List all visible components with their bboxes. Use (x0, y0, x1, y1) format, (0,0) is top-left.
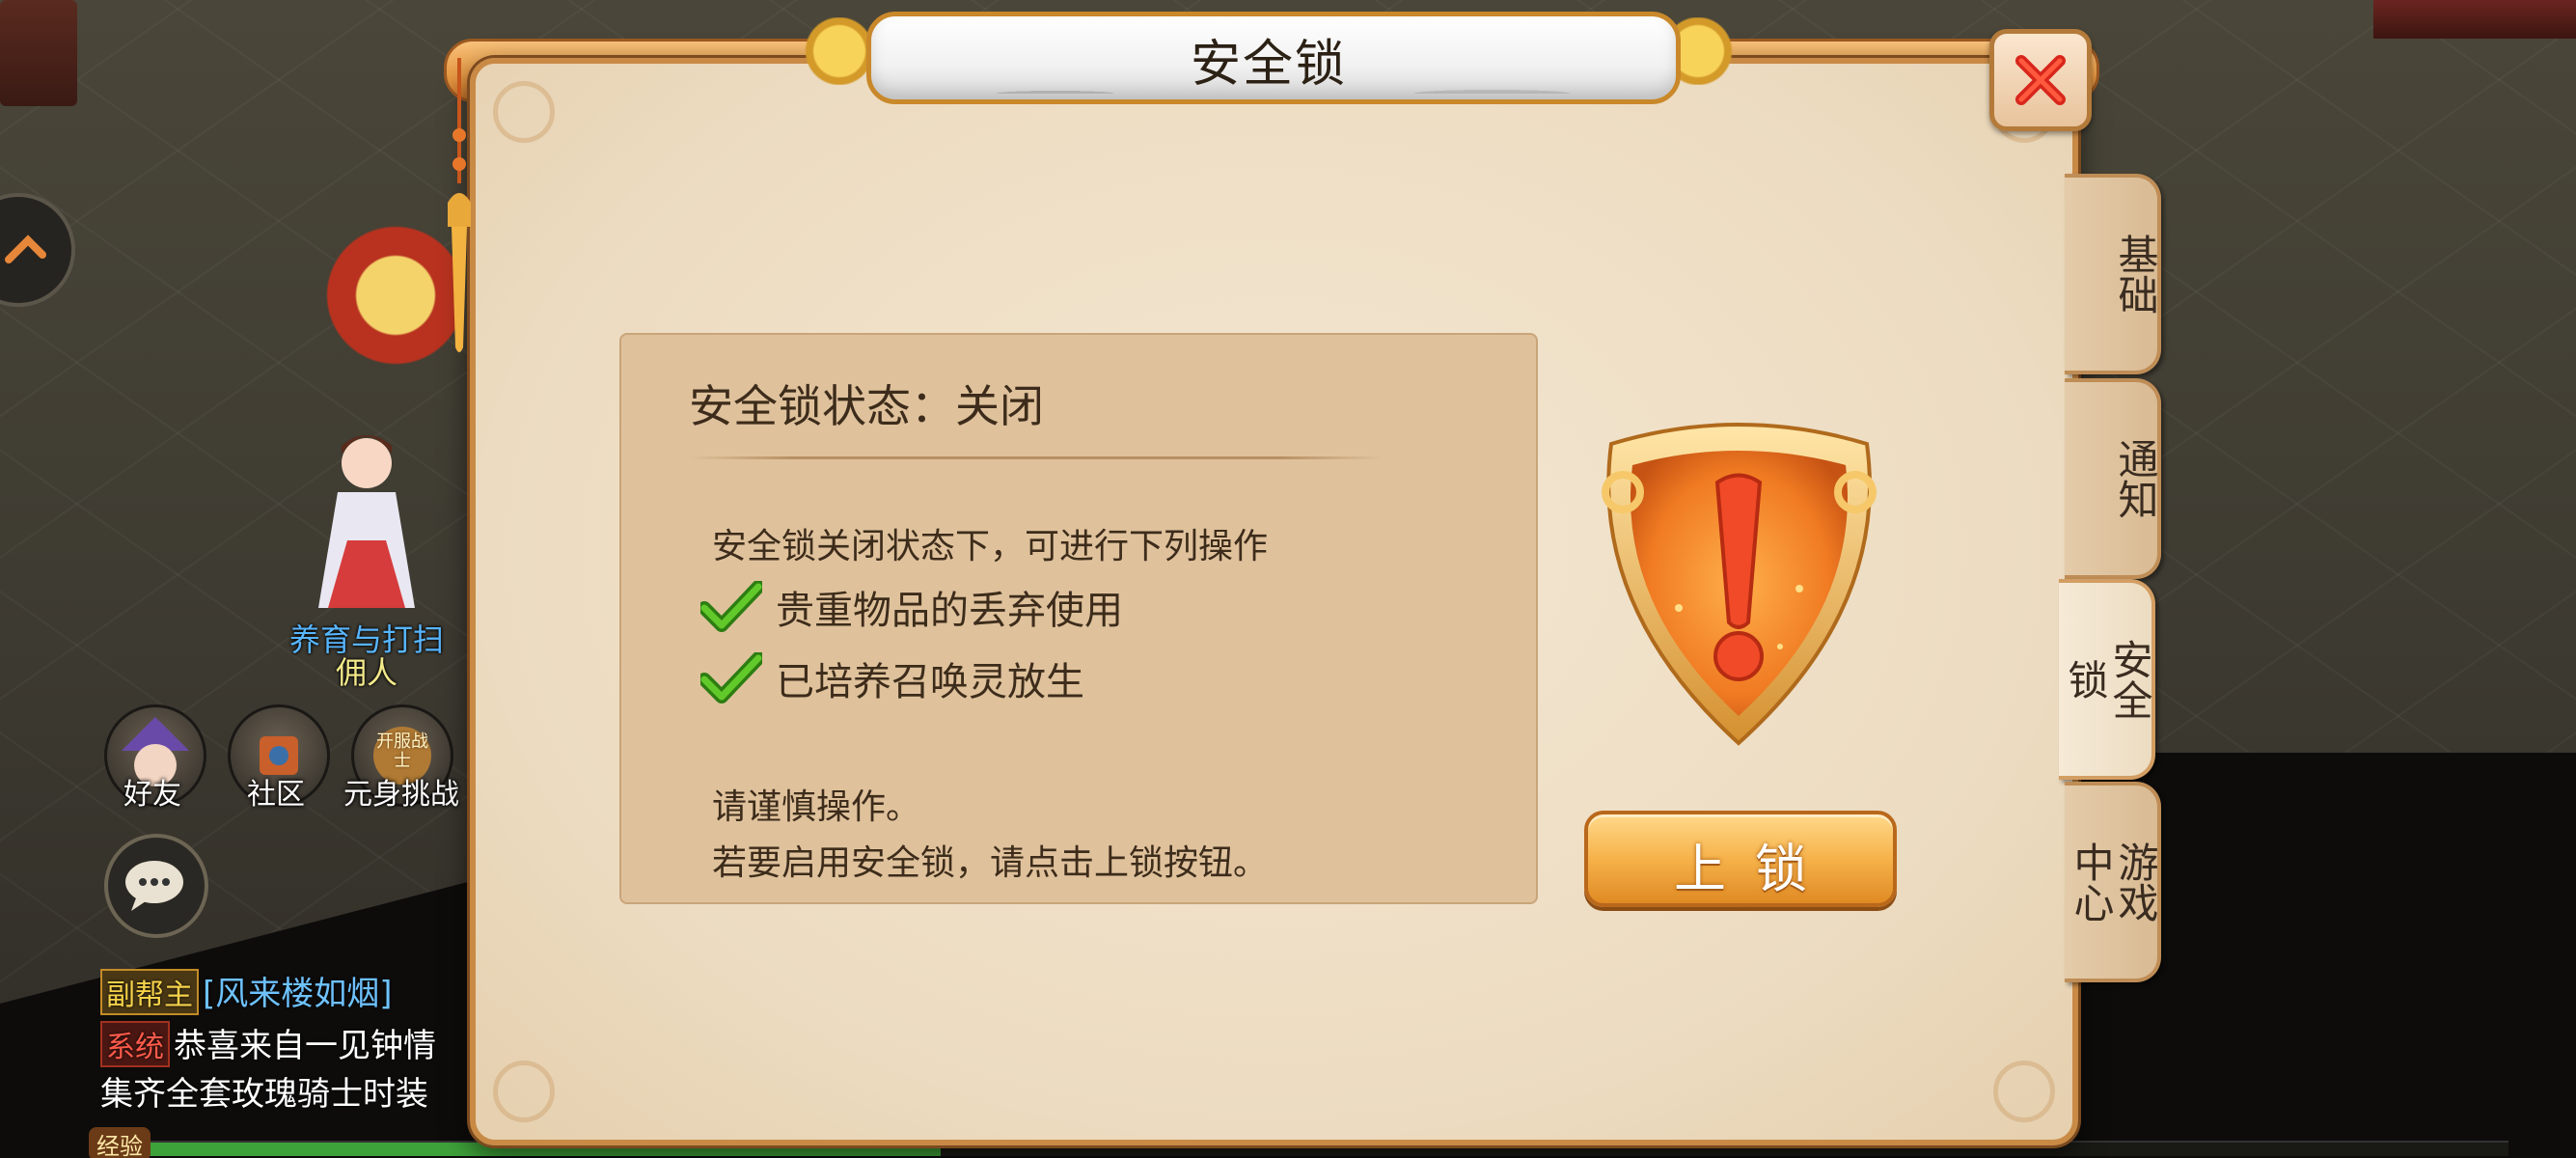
exp-label: 经验 (89, 1127, 151, 1158)
checkmark-icon (700, 581, 762, 632)
tab-label: 安全锁 (2062, 639, 2153, 720)
npc-name-line2: 佣人 (335, 654, 397, 691)
chat-text: 恭喜来自一见钟情 (174, 1027, 436, 1065)
challenge-label: 元身挑战 (343, 778, 459, 812)
npc-maid-figure[interactable] (309, 425, 425, 627)
lock-status-title: 安全锁状态：关闭 (689, 380, 1044, 432)
npc-name-label: 养育与打扫 佣人 (260, 623, 473, 689)
chat-line[interactable]: 系统 恭喜来自一见钟情 (100, 1019, 436, 1067)
tab-notification[interactable]: 通知 (2065, 378, 2161, 579)
corner-ornament (493, 81, 555, 143)
arrow-icon (5, 234, 46, 263)
close-button[interactable] (1989, 29, 2092, 131)
lock-button[interactable]: 上锁 (1584, 811, 1897, 907)
divider (689, 456, 1384, 459)
challenge-badge: 开服战士 (376, 731, 428, 771)
tab-basic[interactable]: 基础 (2065, 174, 2161, 374)
chat-button[interactable] (104, 834, 208, 938)
allowed-operation-item: 已培养召唤灵放生 (700, 649, 1084, 707)
tab-label: 基础 (2112, 234, 2159, 315)
caution-text: 请谨慎操作。 (712, 787, 921, 827)
tab-game-center[interactable]: 游戏中心 (2065, 782, 2161, 982)
chat-line[interactable]: 集齐全套玫瑰骑士时装 (100, 1067, 428, 1115)
furniture-decoration (0, 0, 77, 106)
allowed-operation-item: 贵重物品的丢弃使用 (700, 578, 1123, 636)
allowed-operation-label: 贵重物品的丢弃使用 (776, 589, 1123, 633)
lock-button-label: 上锁 (1674, 839, 1836, 899)
corner-ornament (493, 1061, 555, 1122)
allowed-operation-label: 已培养召唤灵放生 (776, 660, 1084, 704)
checkmark-icon (700, 652, 762, 703)
corner-ornament (1993, 1061, 2055, 1122)
community-label: 社区 (247, 778, 305, 812)
chat-line[interactable]: 副帮主 [风来楼如烟] (100, 967, 393, 1015)
chat-text: 集齐全套玫瑰骑士时装 (100, 1075, 428, 1114)
warning-shield-icon (1602, 423, 1877, 746)
tassel-decoration (448, 58, 471, 352)
lock-instruction-text: 若要启用安全锁，请点击上锁按钮。 (712, 843, 1269, 883)
chat-tag: 副帮主 (100, 969, 199, 1015)
dialog-title: 安全锁 (1190, 36, 1347, 94)
lock-status-panel: 安全锁状态：关闭 安全锁关闭状态下，可进行下列操作 贵重物品的丢弃使用 已培养召… (619, 333, 1538, 904)
chat-tag: 系统 (100, 1021, 170, 1067)
friends-label: 好友 (123, 778, 181, 812)
chat-bubble-icon (125, 861, 183, 911)
roof-decoration (2373, 0, 2576, 39)
collapse-menu-button[interactable] (0, 193, 75, 307)
chat-text: [风来楼如烟] (203, 975, 393, 1013)
npc-name-line1: 养育与打扫 (288, 621, 444, 658)
tab-security-lock[interactable]: 安全锁 (2059, 579, 2155, 780)
close-icon (2015, 55, 2066, 105)
tab-label: 游戏中心 (2068, 841, 2159, 923)
lock-status-description: 安全锁关闭状态下，可进行下列操作 (712, 527, 1269, 566)
tab-label: 通知 (2112, 438, 2159, 519)
